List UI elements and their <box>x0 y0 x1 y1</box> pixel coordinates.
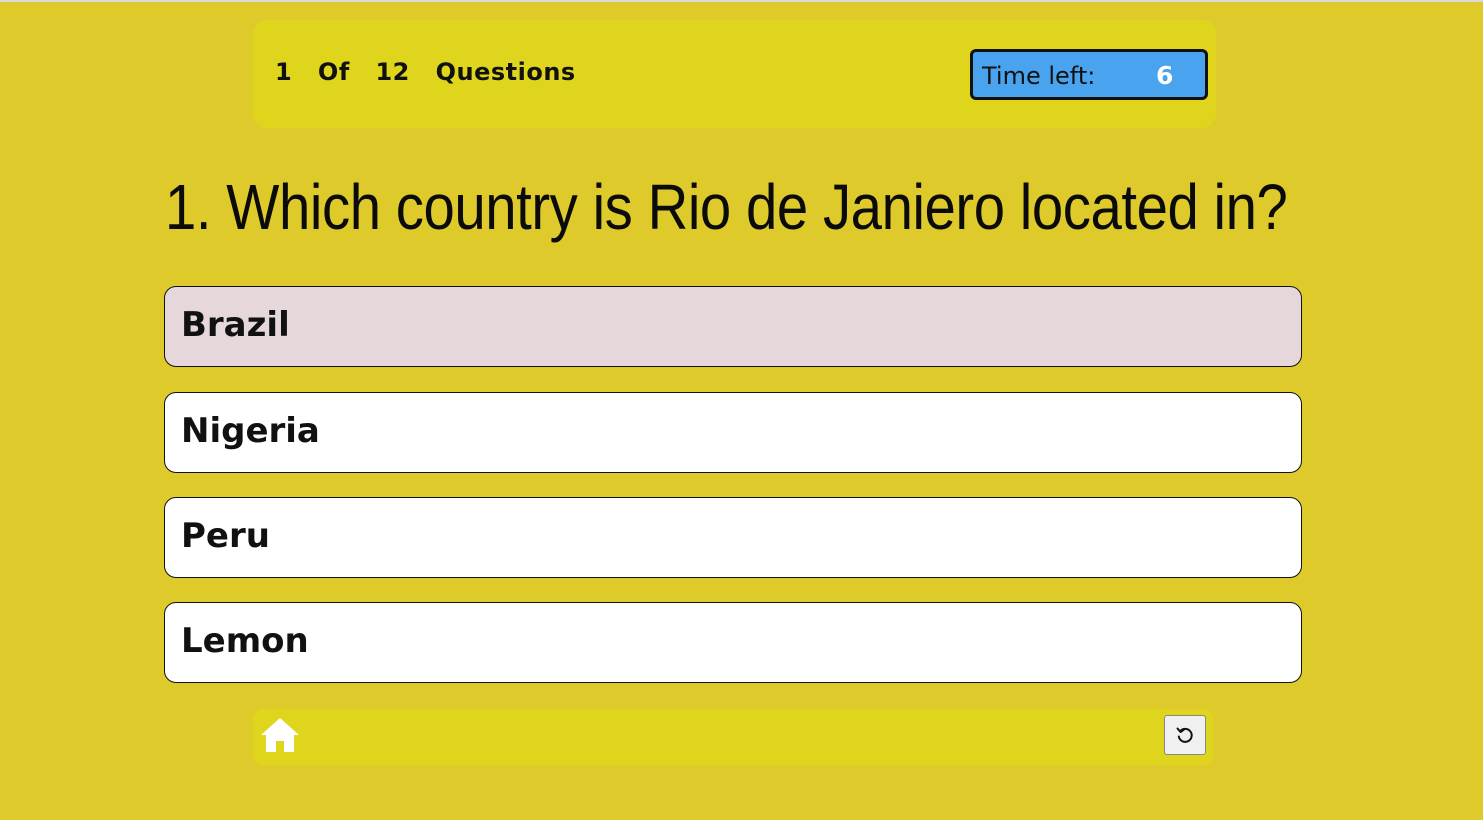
quiz-header: 1 Of 12 Questions Time left: 6 <box>253 20 1216 128</box>
answer-option-label: Peru <box>181 516 270 556</box>
home-button[interactable] <box>259 715 301 755</box>
answer-option-label: Brazil <box>181 305 290 345</box>
restart-button[interactable] <box>1164 715 1206 755</box>
answer-option-2[interactable]: Nigeria <box>164 392 1302 473</box>
timer-value: 6 <box>1156 61 1174 90</box>
quiz-footer <box>253 709 1213 765</box>
timer: Time left: 6 <box>970 49 1208 100</box>
answer-option-label: Lemon <box>181 621 309 661</box>
answer-option-3[interactable]: Peru <box>164 497 1302 578</box>
question-counter: 1 Of 12 Questions <box>275 58 576 86</box>
answer-option-label: Nigeria <box>181 411 320 451</box>
restart-icon <box>1176 727 1193 743</box>
timer-label: Time left: <box>982 62 1096 90</box>
question-text: 1. Which country is Rio de Janiero locat… <box>165 171 1288 243</box>
home-icon <box>261 718 299 752</box>
answer-option-4[interactable]: Lemon <box>164 602 1302 683</box>
answer-option-1[interactable]: Brazil <box>164 286 1302 367</box>
